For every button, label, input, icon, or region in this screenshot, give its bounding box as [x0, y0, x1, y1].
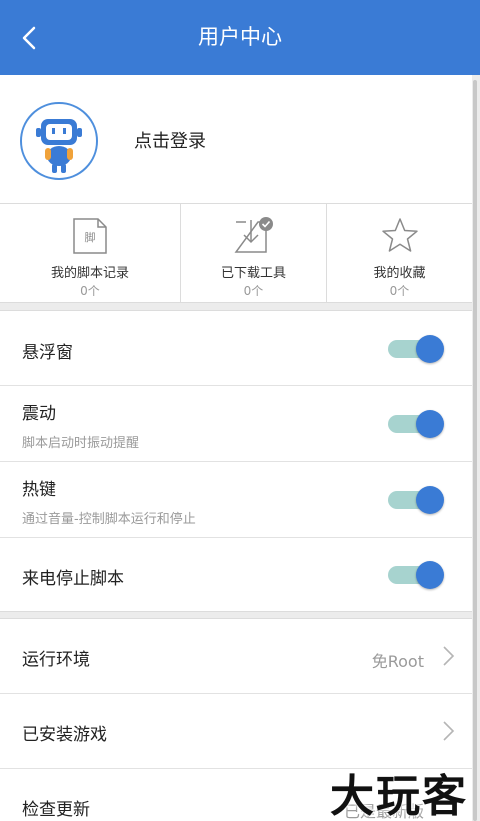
avatar[interactable] — [20, 102, 98, 180]
script-file-icon-text: 脚 — [85, 230, 96, 244]
hotkey-row[interactable]: 热键 通过音量-控制脚本运行和停止 — [0, 462, 472, 538]
login-link[interactable]: 点击登录 — [134, 127, 206, 153]
stat-label: 我的脚本记录 — [50, 266, 129, 281]
stat-count: 0个 — [243, 284, 264, 298]
stat-my-scripts[interactable]: 脚 我的脚本记录 0个 — [0, 204, 180, 302]
download-check-icon — [234, 217, 273, 253]
toggle-settings: 悬浮窗 震动 脚本启动时振动提醒 热键 通过音量-控制脚本运行和停止 来电停止脚… — [0, 310, 472, 612]
profile-section: 点击登录 — [0, 75, 472, 203]
app-header: 用户中心 — [0, 0, 480, 75]
stop-on-call-row[interactable]: 来电停止脚本 — [0, 538, 472, 612]
stat-count: 0个 — [80, 284, 100, 298]
robot-avatar-icon — [36, 119, 82, 173]
switch-thumb — [416, 561, 444, 589]
row-title: 已安装游戏 — [22, 725, 107, 745]
stat-downloaded-tools[interactable]: 已下载工具 0个 — [180, 204, 326, 302]
stat-label: 已下载工具 — [220, 266, 286, 281]
row-title: 来电停止脚本 — [22, 569, 124, 589]
watermark-logo: 大玩客 — [330, 771, 468, 821]
row-title: 热键 — [22, 480, 56, 500]
stat-favorites[interactable]: 我的收藏 0个 — [326, 204, 472, 302]
row-title: 检查更新 — [22, 800, 90, 820]
chevron-right-icon — [443, 646, 455, 666]
floating-window-toggle[interactable] — [388, 335, 444, 363]
row-title: 运行环境 — [22, 650, 90, 670]
switch-thumb — [416, 410, 444, 438]
hotkey-toggle[interactable] — [388, 486, 444, 514]
floating-window-row[interactable]: 悬浮窗 — [0, 311, 472, 386]
stat-label: 我的收藏 — [373, 266, 426, 281]
row-value: 免Root — [371, 652, 424, 671]
switch-thumb — [416, 335, 444, 363]
switch-thumb — [416, 486, 444, 514]
row-subtitle: 通过音量-控制脚本运行和停止 — [22, 512, 196, 527]
page-title: 用户中心 — [198, 25, 282, 49]
stat-count: 0个 — [389, 284, 410, 298]
star-icon — [381, 218, 418, 252]
script-file-icon: 脚 — [73, 218, 107, 254]
runtime-environment-row[interactable]: 运行环境 免Root — [0, 619, 472, 694]
row-title: 震动 — [22, 404, 56, 424]
row-subtitle: 脚本启动时振动提醒 — [22, 436, 140, 451]
vibration-row[interactable]: 震动 脚本启动时振动提醒 — [0, 386, 472, 462]
stop-on-call-toggle[interactable] — [388, 561, 444, 589]
vibration-toggle[interactable] — [388, 410, 444, 438]
stats-row: 脚 我的脚本记录 0个 已下载工具 0个 我的收藏 0个 — [0, 203, 472, 303]
scrollbar[interactable] — [473, 80, 477, 821]
row-title: 悬浮窗 — [22, 343, 73, 363]
chevron-right-icon — [443, 721, 455, 741]
installed-games-row[interactable]: 已安装游戏 — [0, 694, 472, 769]
